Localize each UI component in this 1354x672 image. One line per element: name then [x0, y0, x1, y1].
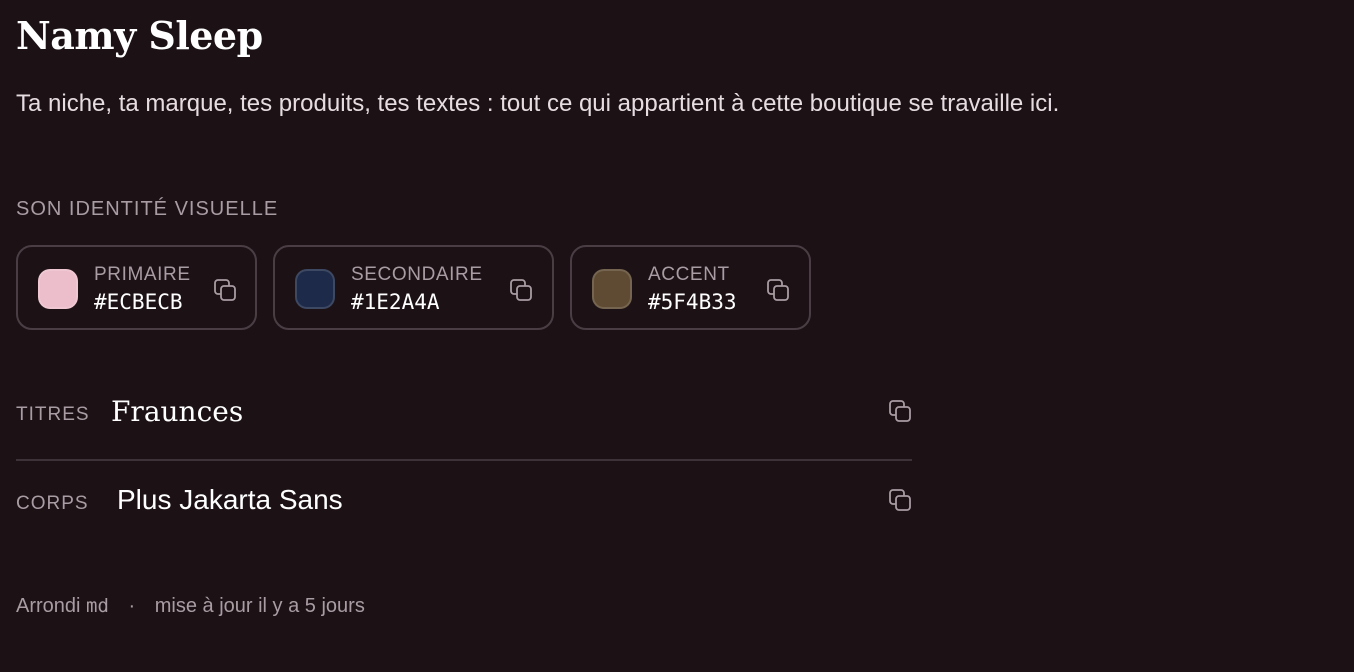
- color-card-secondary: SECONDAIRE #1E2A4A: [273, 245, 554, 330]
- section-label-visual-identity: SON IDENTITÉ VISUELLE: [16, 198, 279, 220]
- copy-icon: [510, 279, 532, 301]
- copy-secondary-color-button[interactable]: [508, 277, 534, 303]
- font-row-divider: [16, 459, 912, 461]
- font-value-headings: Fraunces: [111, 395, 244, 428]
- color-card-accent: ACCENT #5F4B33: [570, 245, 811, 330]
- copy-icon: [767, 279, 789, 301]
- copy-icon: [214, 279, 236, 301]
- font-label-headings: TITRES: [16, 404, 90, 425]
- page-title: Namy Sleep: [16, 13, 263, 58]
- color-name-secondary: SECONDAIRE: [351, 264, 483, 285]
- color-hex-accent: #5F4B33: [648, 290, 737, 314]
- copy-heading-font-button[interactable]: [887, 398, 913, 424]
- font-value-body: Plus Jakarta Sans: [117, 484, 343, 515]
- color-hex-primary: #ECBECB: [94, 290, 183, 314]
- color-name-primary: PRIMAIRE: [94, 264, 191, 285]
- radius-value: md: [86, 595, 109, 617]
- color-swatch-secondary: [295, 269, 335, 309]
- meta-footer: Arrondi md · mise à jour il y a 5 jours: [16, 593, 365, 619]
- color-card-primary: PRIMAIRE #ECBECB: [16, 245, 257, 330]
- copy-icon: [889, 489, 911, 511]
- radius-label: Arrondi: [16, 595, 81, 617]
- color-swatch-accent: [592, 269, 632, 309]
- color-swatch-primary: [38, 269, 78, 309]
- copy-primary-color-button[interactable]: [212, 277, 238, 303]
- footer-separator: ·: [128, 595, 136, 617]
- color-hex-secondary: #1E2A4A: [351, 290, 440, 314]
- updated-timestamp: mise à jour il y a 5 jours: [154, 595, 365, 617]
- color-name-accent: ACCENT: [648, 264, 730, 285]
- copy-body-font-button[interactable]: [887, 487, 913, 513]
- font-row-body: CORPS Plus Jakarta Sans: [16, 472, 912, 532]
- font-label-body: CORPS: [16, 493, 89, 514]
- copy-icon: [889, 400, 911, 422]
- copy-accent-color-button[interactable]: [765, 277, 791, 303]
- page-subtitle: Ta niche, ta marque, tes produits, tes t…: [16, 90, 1060, 117]
- font-row-headings: TITRES Fraunces: [16, 383, 912, 443]
